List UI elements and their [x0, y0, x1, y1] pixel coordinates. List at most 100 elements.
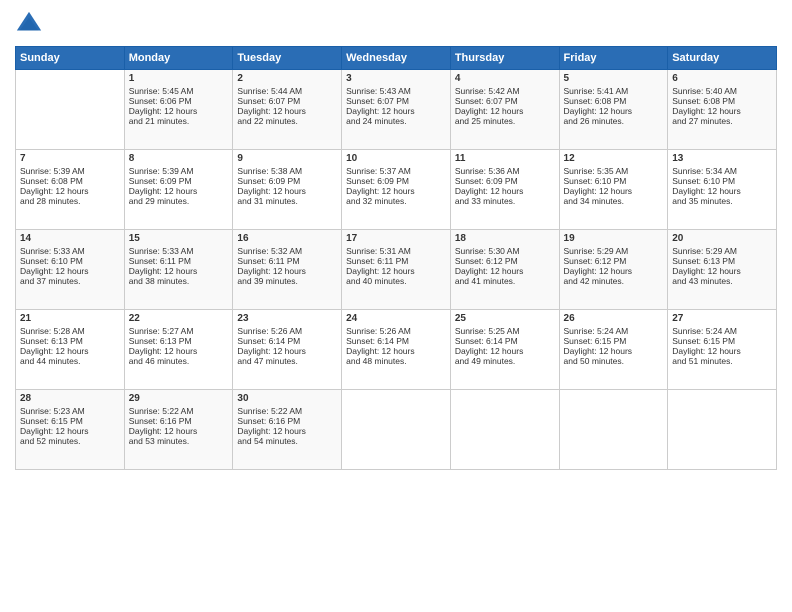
day-info-line: Daylight: 12 hours	[346, 266, 446, 276]
day-cell: 4Sunrise: 5:42 AMSunset: 6:07 PMDaylight…	[450, 70, 559, 150]
col-saturday: Saturday	[668, 47, 777, 70]
day-number: 8	[129, 153, 229, 164]
day-info-line: Daylight: 12 hours	[20, 426, 120, 436]
day-info-line: Daylight: 12 hours	[237, 266, 337, 276]
day-info-line: Sunrise: 5:22 AM	[237, 406, 337, 416]
day-cell	[16, 70, 125, 150]
day-cell: 18Sunrise: 5:30 AMSunset: 6:12 PMDayligh…	[450, 230, 559, 310]
day-cell: 27Sunrise: 5:24 AMSunset: 6:15 PMDayligh…	[668, 310, 777, 390]
day-info-line: and 39 minutes.	[237, 276, 337, 286]
day-info-line: Sunrise: 5:29 AM	[564, 246, 664, 256]
day-cell: 9Sunrise: 5:38 AMSunset: 6:09 PMDaylight…	[233, 150, 342, 230]
day-cell: 24Sunrise: 5:26 AMSunset: 6:14 PMDayligh…	[342, 310, 451, 390]
day-info-line: Daylight: 12 hours	[564, 266, 664, 276]
day-info-line: Daylight: 12 hours	[20, 346, 120, 356]
day-info-line: Sunset: 6:10 PM	[672, 176, 772, 186]
day-info-line: Sunrise: 5:41 AM	[564, 86, 664, 96]
day-info-line: Daylight: 12 hours	[237, 426, 337, 436]
col-tuesday: Tuesday	[233, 47, 342, 70]
day-info-line: Sunset: 6:06 PM	[129, 96, 229, 106]
day-cell: 28Sunrise: 5:23 AMSunset: 6:15 PMDayligh…	[16, 390, 125, 470]
day-info-line: Sunset: 6:09 PM	[455, 176, 555, 186]
day-info-line: Daylight: 12 hours	[346, 106, 446, 116]
day-info-line: Sunset: 6:09 PM	[129, 176, 229, 186]
day-number: 18	[455, 233, 555, 244]
day-info-line: Sunrise: 5:36 AM	[455, 166, 555, 176]
day-cell	[450, 390, 559, 470]
day-info-line: Sunset: 6:14 PM	[455, 336, 555, 346]
day-number: 12	[564, 153, 664, 164]
day-number: 9	[237, 153, 337, 164]
day-info-line: Daylight: 12 hours	[346, 186, 446, 196]
day-info-line: Sunset: 6:13 PM	[672, 256, 772, 266]
day-info-line: Sunset: 6:10 PM	[564, 176, 664, 186]
day-number: 24	[346, 313, 446, 324]
day-cell: 25Sunrise: 5:25 AMSunset: 6:14 PMDayligh…	[450, 310, 559, 390]
day-info-line: Sunrise: 5:44 AM	[237, 86, 337, 96]
day-info-line: Sunrise: 5:28 AM	[20, 326, 120, 336]
day-number: 16	[237, 233, 337, 244]
day-number: 3	[346, 73, 446, 84]
day-info-line: Sunset: 6:14 PM	[237, 336, 337, 346]
day-number: 25	[455, 313, 555, 324]
day-info-line: Sunset: 6:08 PM	[672, 96, 772, 106]
day-number: 27	[672, 313, 772, 324]
day-number: 13	[672, 153, 772, 164]
day-info-line: Sunset: 6:15 PM	[672, 336, 772, 346]
day-info-line: Daylight: 12 hours	[346, 346, 446, 356]
day-info-line: and 47 minutes.	[237, 356, 337, 366]
day-info-line: Sunset: 6:07 PM	[346, 96, 446, 106]
day-info-line: Daylight: 12 hours	[564, 106, 664, 116]
day-info-line: Sunrise: 5:42 AM	[455, 86, 555, 96]
day-cell: 30Sunrise: 5:22 AMSunset: 6:16 PMDayligh…	[233, 390, 342, 470]
day-info-line: Sunrise: 5:30 AM	[455, 246, 555, 256]
day-number: 15	[129, 233, 229, 244]
col-monday: Monday	[124, 47, 233, 70]
day-info-line: and 49 minutes.	[455, 356, 555, 366]
day-number: 10	[346, 153, 446, 164]
day-info-line: Daylight: 12 hours	[564, 186, 664, 196]
day-info-line: Daylight: 12 hours	[672, 266, 772, 276]
day-info-line: Sunrise: 5:23 AM	[20, 406, 120, 416]
day-info-line: Sunset: 6:15 PM	[20, 416, 120, 426]
day-info-line: Daylight: 12 hours	[672, 106, 772, 116]
day-info-line: Daylight: 12 hours	[237, 186, 337, 196]
col-thursday: Thursday	[450, 47, 559, 70]
day-info-line: Sunset: 6:11 PM	[346, 256, 446, 266]
day-info-line: and 35 minutes.	[672, 196, 772, 206]
day-info-line: Sunset: 6:10 PM	[20, 256, 120, 266]
day-cell: 12 Sunrise: 5:35 AMSunset: 6:10 PMDayligh…	[559, 150, 668, 230]
day-number: 6	[672, 73, 772, 84]
day-info-line: Sunset: 6:11 PM	[237, 256, 337, 266]
day-info-line: Sunrise: 5:25 AM	[455, 326, 555, 336]
day-info-line: Sunset: 6:08 PM	[564, 96, 664, 106]
day-info-line: and 44 minutes.	[20, 356, 120, 366]
day-info-line: Sunrise: 5:32 AM	[237, 246, 337, 256]
day-cell	[342, 390, 451, 470]
day-info-line: Sunset: 6:07 PM	[455, 96, 555, 106]
day-info-line: and 46 minutes.	[129, 356, 229, 366]
logo-icon	[15, 10, 43, 38]
day-info-line: and 51 minutes.	[672, 356, 772, 366]
day-info-line: Sunrise: 5:29 AM	[672, 246, 772, 256]
day-info-line: Daylight: 12 hours	[20, 266, 120, 276]
day-info-line: Sunrise: 5:35 AM	[564, 166, 664, 176]
header-row: Sunday Monday Tuesday Wednesday Thursday…	[16, 47, 777, 70]
day-number: 29	[129, 393, 229, 404]
day-info-line: and 31 minutes.	[237, 196, 337, 206]
day-info-line: Sunrise: 5:45 AM	[129, 86, 229, 96]
day-info-line: Sunset: 6:14 PM	[346, 336, 446, 346]
logo	[15, 10, 46, 38]
day-info-line: Daylight: 12 hours	[129, 186, 229, 196]
day-cell: 21Sunrise: 5:28 AMSunset: 6:13 PMDayligh…	[16, 310, 125, 390]
day-cell: 22Sunrise: 5:27 AMSunset: 6:13 PMDayligh…	[124, 310, 233, 390]
day-info-line: and 41 minutes.	[455, 276, 555, 286]
day-info-line: Sunrise: 5:26 AM	[237, 326, 337, 336]
day-number: 2	[237, 73, 337, 84]
week-row-0: 1Sunrise: 5:45 AMSunset: 6:06 PMDaylight…	[16, 70, 777, 150]
day-number: 22	[129, 313, 229, 324]
day-info-line: Sunrise: 5:38 AM	[237, 166, 337, 176]
day-number: 19	[564, 233, 664, 244]
day-info-line: and 25 minutes.	[455, 116, 555, 126]
day-cell: 17Sunrise: 5:31 AMSunset: 6:11 PMDayligh…	[342, 230, 451, 310]
